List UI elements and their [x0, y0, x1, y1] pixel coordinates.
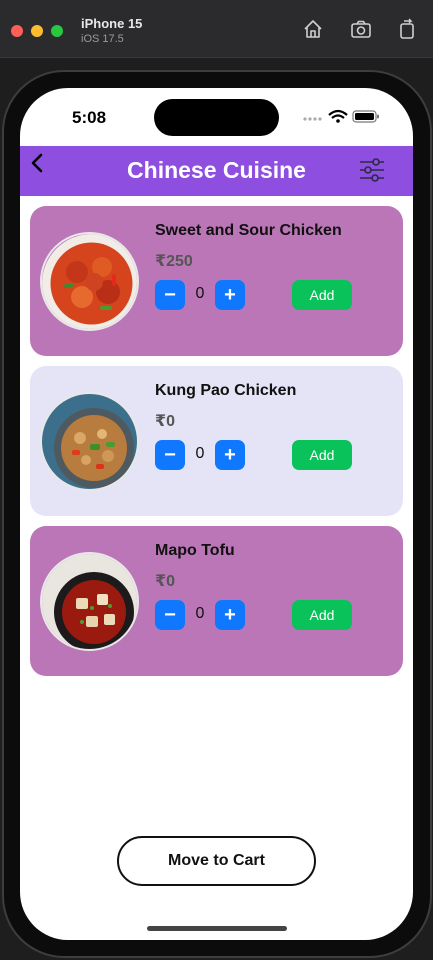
item-price: ₹0 — [155, 413, 176, 430]
close-window-button[interactable] — [11, 25, 23, 37]
screenshot-icon[interactable] — [350, 18, 372, 40]
add-button[interactable]: Add — [292, 280, 352, 310]
plus-icon: + — [224, 283, 236, 306]
kung-pao-chicken-image — [40, 392, 139, 491]
increase-quantity-button[interactable]: + — [215, 600, 245, 630]
decrease-quantity-button[interactable]: − — [155, 600, 185, 630]
add-button[interactable]: Add — [292, 600, 352, 630]
minimize-window-button[interactable] — [31, 25, 43, 37]
item-name: Mapo Tofu — [155, 542, 235, 559]
item-price: ₹250 — [155, 253, 193, 270]
minus-icon: − — [164, 603, 176, 626]
minus-icon: − — [164, 283, 176, 306]
plus-icon: + — [224, 603, 236, 626]
quantity-value: 0 — [195, 285, 205, 302]
quantity-value: 0 — [195, 605, 205, 622]
status-time: 5:08 — [72, 108, 107, 127]
wifi-icon — [328, 109, 348, 123]
increase-quantity-button[interactable]: + — [215, 280, 245, 310]
home-indicator — [147, 926, 287, 931]
zoom-window-button[interactable] — [51, 25, 63, 37]
decrease-quantity-button[interactable]: − — [155, 280, 185, 310]
item-price: ₹0 — [155, 573, 176, 590]
item-name: Kung Pao Chicken — [155, 382, 297, 399]
add-button[interactable]: Add — [292, 440, 352, 470]
battery-icon — [352, 110, 379, 123]
home-icon[interactable] — [302, 18, 324, 40]
mapo-tofu-image — [40, 552, 139, 651]
signal-icon — [303, 117, 322, 121]
filter-icon[interactable] — [358, 156, 386, 184]
simulator-os-version: iOS 17.5 — [81, 33, 124, 45]
food-card: Kung Pao Chicken ₹0 − 0 + Add — [30, 366, 403, 516]
item-name: Sweet and Sour Chicken — [155, 222, 342, 239]
quantity-value: 0 — [195, 445, 205, 462]
header-bar: Chinese Cuisine — [20, 146, 413, 196]
minus-icon: − — [164, 443, 176, 466]
status-icons — [303, 109, 379, 123]
decrease-quantity-button[interactable]: − — [155, 440, 185, 470]
simulator-toolbar: iPhone 15 iOS 17.5 — [0, 0, 433, 58]
increase-quantity-button[interactable]: + — [215, 440, 245, 470]
food-card: Mapo Tofu ₹0 − 0 + Add — [30, 526, 403, 676]
rotate-icon[interactable] — [396, 18, 418, 40]
move-to-cart-button[interactable]: Move to Cart — [117, 836, 316, 886]
simulator-device-name: iPhone 15 — [81, 16, 143, 31]
sweet-sour-chicken-image — [40, 232, 139, 331]
plus-icon: + — [224, 443, 236, 466]
food-card: Sweet and Sour Chicken ₹250 − 0 + Add — [30, 206, 403, 356]
app-screen: 5:08 Chinese Cuisine Sweet and Sour Chic… — [20, 88, 413, 940]
dynamic-island — [154, 99, 279, 136]
page-title: Chinese Cuisine — [127, 157, 306, 183]
